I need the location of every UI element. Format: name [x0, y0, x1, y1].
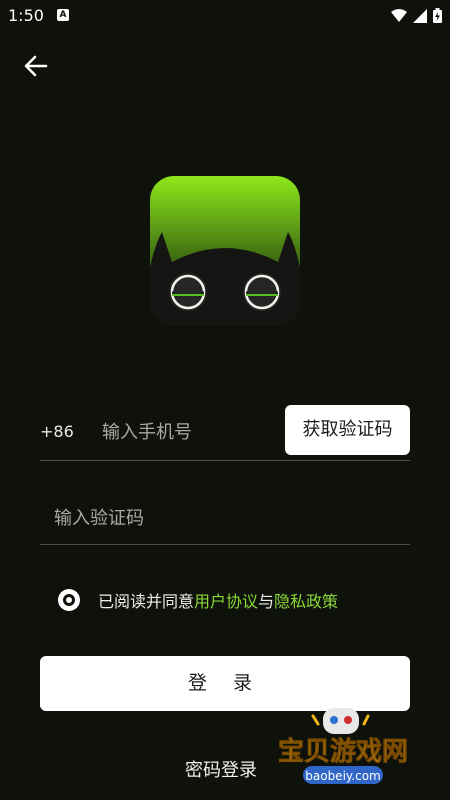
phone-input[interactable] — [100, 416, 284, 448]
arrow-left-icon — [24, 55, 48, 77]
login-button[interactable]: 登 录 — [40, 656, 410, 711]
back-button[interactable] — [22, 52, 50, 80]
agreement-and: 与 — [258, 592, 275, 611]
agreement-text: 已阅读并同意用户协议与隐私政策 — [98, 588, 338, 612]
code-row — [40, 490, 410, 545]
verification-code-input[interactable] — [52, 502, 386, 534]
password-login-link[interactable]: 密码登录 — [185, 756, 257, 782]
country-code[interactable]: +86 — [40, 422, 74, 441]
status-bar: 1:50 A — [0, 0, 450, 32]
wifi-icon — [391, 8, 407, 22]
watermark-url: baobeiy.com — [305, 769, 380, 783]
watermark-logo: 宝贝游戏网 baobeiy.com — [278, 708, 408, 784]
privacy-policy-link[interactable]: 隐私政策 — [274, 592, 338, 611]
radio-checked-icon — [63, 594, 75, 606]
agreement-prefix: 已阅读并同意 — [98, 592, 195, 611]
app-logo — [150, 176, 300, 326]
get-code-button[interactable]: 获取验证码 — [285, 405, 410, 455]
status-icons — [391, 8, 442, 23]
status-time: 1:50 — [8, 6, 44, 25]
app-notification-icon: A — [57, 9, 69, 21]
phone-row: +86 获取验证码 — [40, 402, 410, 461]
watermark-name: 宝贝游戏网 — [278, 736, 408, 767]
agreement-row: 已阅读并同意用户协议与隐私政策 — [58, 587, 338, 613]
agreement-radio[interactable] — [58, 589, 80, 611]
signal-icon — [413, 8, 427, 23]
battery-icon — [433, 8, 442, 23]
user-agreement-link[interactable]: 用户协议 — [194, 592, 258, 611]
